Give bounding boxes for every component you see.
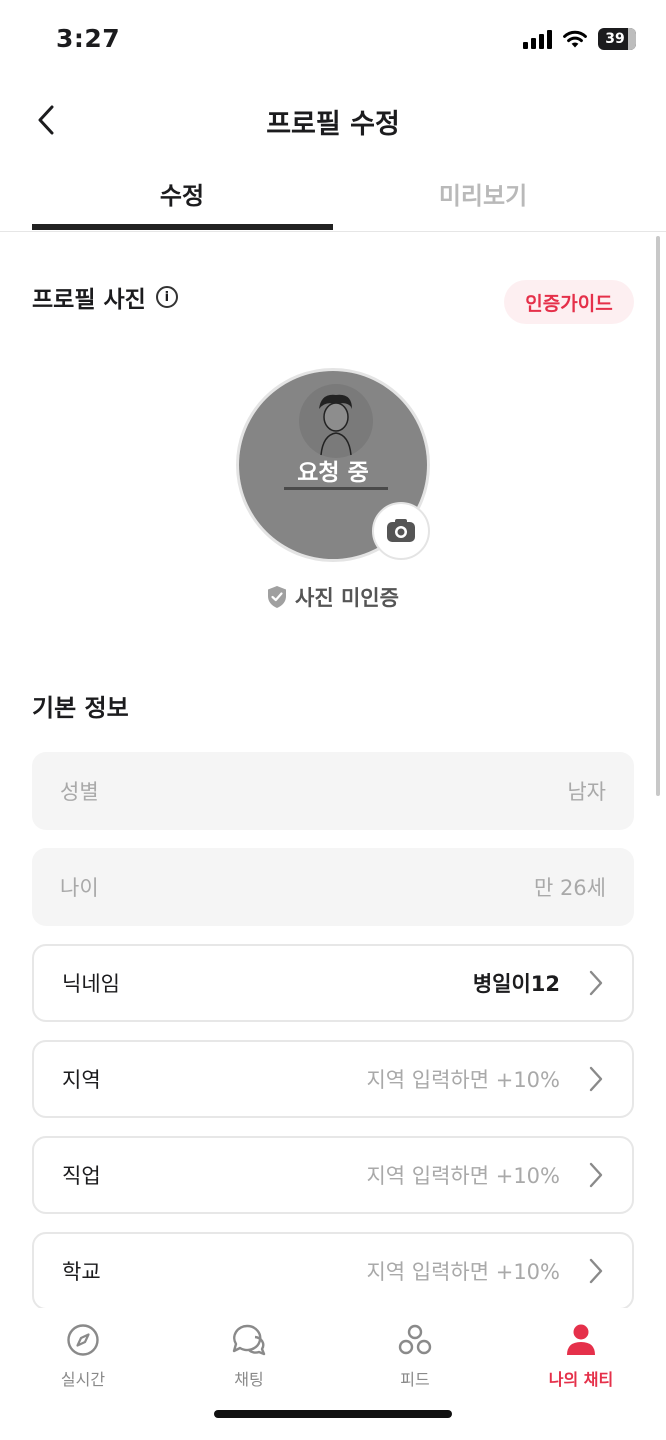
chevron-right-icon [578, 970, 604, 996]
nav-label: 채팅 [234, 1370, 264, 1389]
feed-circles-icon [395, 1320, 435, 1360]
status-icons: 39 [523, 28, 636, 50]
profile-photo-title-text: 프로필 사진 [32, 287, 146, 313]
person-icon [561, 1320, 601, 1360]
compass-icon [63, 1320, 103, 1360]
nav-item-chat[interactable]: 채팅 [166, 1320, 332, 1390]
battery-icon: 39 [598, 28, 636, 50]
field-label: 지역 [62, 1068, 101, 1092]
nav-item-realtime[interactable]: 실시간 [0, 1320, 166, 1390]
profile-photo-title: 프로필 사진 i [32, 280, 178, 314]
field-value: 병일이12 [472, 972, 560, 996]
chat-bubbles-icon [229, 1320, 269, 1360]
age-field: 나이 만 26세 [32, 848, 634, 926]
field-label: 성별 [60, 780, 99, 804]
tab-bar: 수정 미리보기 [0, 160, 666, 232]
field-value: 지역 입력하면 +10% [366, 1260, 560, 1284]
nav-label: 피드 [400, 1370, 430, 1389]
job-field[interactable]: 직업 지역 입력하면 +10% [32, 1136, 634, 1214]
active-tab-indicator [32, 224, 333, 230]
nav-label: 실시간 [60, 1370, 106, 1389]
status-bar: 3:27 39 [0, 0, 666, 80]
field-value: 지역 입력하면 +10% [366, 1068, 560, 1092]
region-field[interactable]: 지역 지역 입력하면 +10% [32, 1040, 634, 1118]
field-value: 만 26세 [533, 876, 606, 900]
tab-preview[interactable]: 미리보기 [333, 176, 633, 211]
chevron-right-icon [578, 1258, 604, 1284]
field-label: 나이 [60, 876, 99, 900]
gender-field: 성별 남자 [32, 752, 634, 830]
field-value: 지역 입력하면 +10% [366, 1164, 560, 1188]
verification-guide-button[interactable]: 인증가이드 [504, 280, 634, 324]
shield-check-icon [268, 586, 287, 608]
photo-status-text: 사진 미인증 [295, 586, 399, 610]
home-indicator[interactable] [214, 1410, 452, 1418]
tab-edit[interactable]: 수정 [32, 176, 332, 211]
school-field[interactable]: 학교 지역 입력하면 +10% [32, 1232, 634, 1310]
photo-verification-status: 사진 미인증 [0, 582, 666, 612]
chevron-right-icon [578, 1066, 604, 1092]
page-title: 프로필 수정 [266, 109, 400, 140]
change-photo-button[interactable] [372, 502, 430, 560]
nav-item-my-chatty[interactable]: 나의 채티 [498, 1320, 664, 1390]
nav-label: 나의 채티 [548, 1370, 614, 1389]
bottom-navigation: 실시간 채팅 피드 나의 채티 [0, 1308, 666, 1440]
signal-icon [523, 29, 552, 49]
battery-level: 39 [605, 31, 625, 47]
field-label: 학교 [62, 1260, 101, 1284]
nickname-field[interactable]: 닉네임 병일이12 [32, 944, 634, 1022]
basic-info-title: 기본 정보 [32, 694, 129, 722]
info-icon[interactable]: i [155, 286, 178, 308]
field-label: 닉네임 [62, 972, 120, 996]
status-time: 3:27 [56, 24, 121, 53]
chevron-right-icon [578, 1162, 604, 1188]
camera-icon [387, 519, 415, 542]
field-label: 직업 [62, 1164, 101, 1188]
scrollbar[interactable] [656, 236, 660, 796]
nav-item-feed[interactable]: 피드 [332, 1320, 498, 1390]
header: 프로필 수정 [0, 86, 666, 152]
wifi-icon [563, 30, 587, 48]
avatar-status-label: 요청 중 [297, 460, 369, 486]
field-value: 남자 [567, 780, 606, 804]
